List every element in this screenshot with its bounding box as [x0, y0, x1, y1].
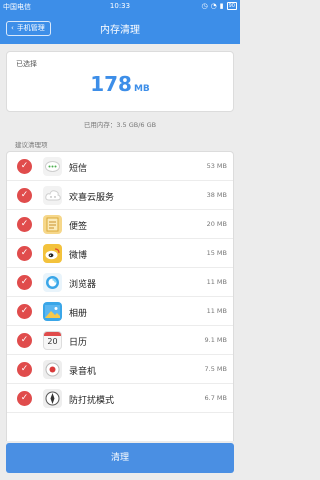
app-size: 20 MB — [206, 220, 227, 228]
cloud-icon — [43, 186, 62, 205]
app-name: 日历 — [69, 338, 88, 348]
list-item[interactable]: ✓ 短信 53 MB — [7, 152, 233, 181]
app-name: 相册 — [69, 309, 88, 319]
weibo-icon — [43, 244, 62, 263]
header-bar: ‹ 手机管理 内存清理 — [0, 13, 240, 44]
app-name: 浏览器 — [69, 280, 97, 290]
checkbox-checked[interactable]: ✓ — [17, 217, 32, 232]
battery-icon: 90 — [226, 2, 237, 10]
list-item[interactable]: ✓ 相册 11 MB — [7, 297, 233, 326]
selected-size-value: 178 — [90, 72, 132, 96]
app-name: 微博 — [69, 251, 88, 261]
app-size: 9.1 MB — [204, 336, 227, 344]
app-size: 7.5 MB — [204, 365, 227, 373]
app-name: 欢喜云服务 — [69, 193, 115, 203]
checkbox-checked[interactable]: ✓ — [17, 391, 32, 406]
app-size: 6.7 MB — [204, 394, 227, 402]
dnd-icon — [43, 389, 62, 408]
status-icons: ◷ ◔ ▮ 90 — [202, 2, 237, 10]
alarm-icon: ◷ — [201, 2, 208, 10]
list-item[interactable]: ✓ 录音机 7.5 MB — [7, 355, 233, 384]
app-name: 短信 — [69, 164, 88, 174]
checkbox-checked[interactable]: ✓ — [17, 188, 32, 203]
app-size: 15 MB — [206, 249, 227, 257]
list-item[interactable]: ✓ 便签 20 MB — [7, 210, 233, 239]
checkbox-checked[interactable]: ✓ — [17, 333, 32, 348]
list-item[interactable]: ✓ 防打扰模式 6.7 MB — [7, 384, 233, 413]
list-item[interactable]: ✓ 欢喜云服务 38 MB — [7, 181, 233, 210]
app-name: 防打扰模式 — [69, 396, 115, 406]
recorder-icon — [43, 360, 62, 379]
used-memory-text: 已用内存：3.5 GB/6 GB — [83, 121, 157, 129]
selected-size: 178 MB — [7, 72, 233, 96]
checkbox-checked[interactable]: ✓ — [17, 304, 32, 319]
app-list: ✓ 短信 53 MB ✓ 欢喜云服务 38 MB ✓ 便签 20 MB ✓ 微博… — [6, 151, 234, 441]
app-size: 38 MB — [206, 191, 227, 199]
clean-button[interactable]: 清理 — [6, 443, 234, 473]
wifi-icon: ◔ — [210, 2, 217, 10]
calendar-day: 20 — [47, 337, 58, 346]
checkbox-checked[interactable]: ✓ — [17, 246, 32, 261]
app-size: 11 MB — [206, 278, 227, 286]
suggest-section-label: 建议清理项 — [15, 141, 48, 149]
selected-summary-card: 已选择 178 MB — [6, 51, 234, 112]
list-item[interactable]: ✓ 微博 15 MB — [7, 239, 233, 268]
list-item[interactable]: ✓ 浏览器 11 MB — [7, 268, 233, 297]
app-size: 11 MB — [206, 307, 227, 315]
checkbox-checked[interactable]: ✓ — [17, 275, 32, 290]
browser-icon — [43, 273, 62, 292]
app-size: 53 MB — [206, 162, 227, 170]
message-icon — [43, 157, 62, 176]
selected-label: 已选择 — [16, 60, 37, 68]
gallery-icon — [43, 302, 62, 321]
selected-size-unit: MB — [133, 84, 150, 94]
checkbox-checked[interactable]: ✓ — [17, 159, 32, 174]
app-name: 便签 — [69, 222, 88, 232]
checkbox-checked[interactable]: ✓ — [17, 362, 32, 377]
status-bar: 中国电信 10:33 ◷ ◔ ▮ 90 — [0, 0, 240, 13]
calendar-icon: 20 — [43, 331, 62, 350]
notes-icon — [43, 215, 62, 234]
list-item[interactable]: ✓ 20 日历 9.1 MB — [7, 326, 233, 355]
signal-icon: ▮ — [219, 2, 224, 10]
app-name: 录音机 — [69, 367, 97, 377]
page-title: 内存清理 — [100, 25, 140, 36]
